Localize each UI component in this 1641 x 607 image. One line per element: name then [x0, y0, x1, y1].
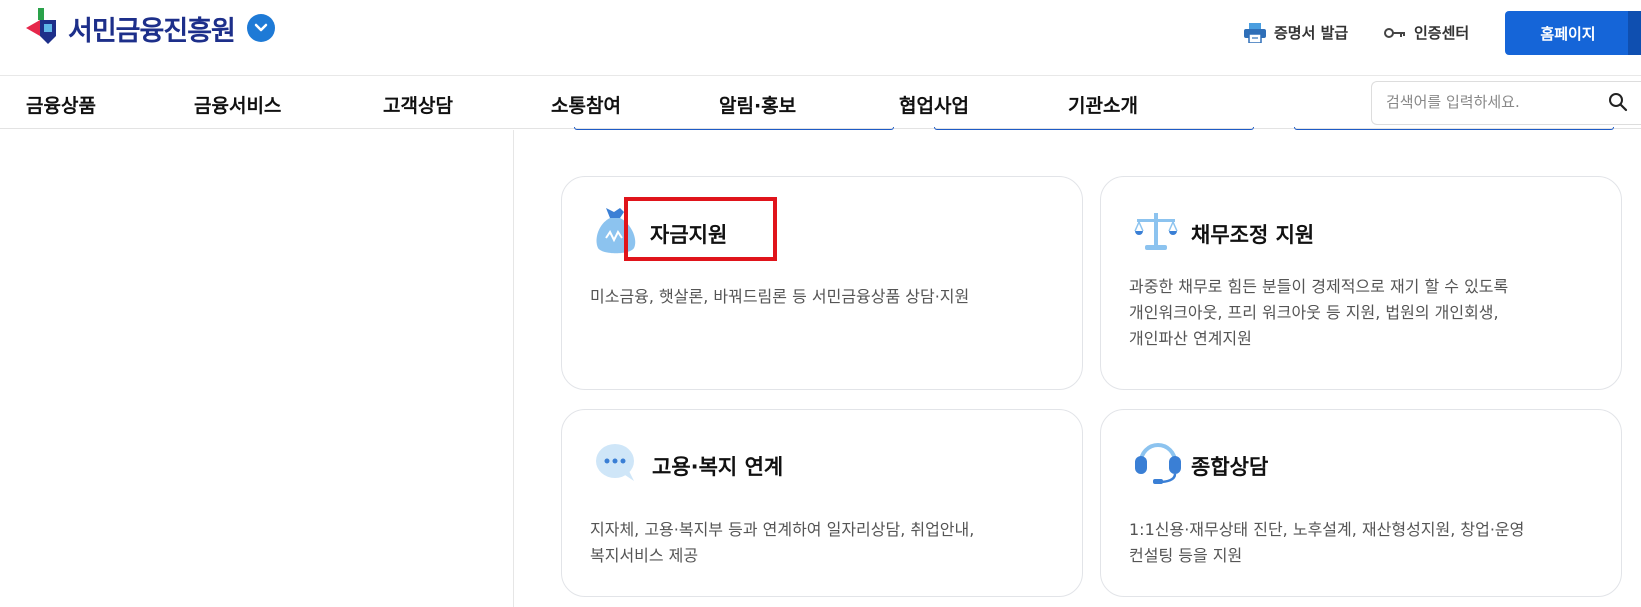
headset-icon — [1133, 440, 1183, 488]
card-title: 종합상담 — [1191, 455, 1269, 479]
card-description-line: 1:1신용·재무상태 진단, 노후설계, 재산형성지원, 창업·운영 — [1129, 520, 1525, 539]
search-box — [1371, 81, 1641, 125]
service-card-general-consulting[interactable]: 종합상담 1:1신용·재무상태 진단, 노후설계, 재산형성지원, 창업·운영 … — [1100, 409, 1622, 597]
certificate-issue-link[interactable]: 증명서 발급 — [1244, 22, 1348, 43]
nav-item-participation[interactable]: 소통참여 — [551, 91, 621, 118]
auth-center-link[interactable]: 인증센터 — [1384, 22, 1469, 43]
tab-edge-3 — [1294, 127, 1614, 130]
chat-bubble-icon — [594, 443, 636, 487]
printer-icon — [1244, 22, 1266, 43]
auth-center-label: 인증센터 — [1414, 24, 1470, 42]
card-title: 고용·복지 연계 — [652, 455, 784, 479]
card-description-line: 지자체, 고용·복지부 등과 연계하여 일자리상담, 취업안내, — [590, 520, 975, 539]
nav-item-news-pr[interactable]: 알림·홍보 — [719, 91, 796, 118]
nav-item-cooperation[interactable]: 협업사업 — [899, 91, 969, 118]
highlight-annotation — [624, 197, 777, 261]
tab-edge-1 — [574, 127, 894, 130]
search-input[interactable] — [1386, 93, 1586, 111]
card-description-line: 개인파산 연계지원 — [1129, 329, 1252, 348]
nav-item-about[interactable]: 기관소개 — [1068, 91, 1138, 118]
card-description: 미소금융, 햇살론, 바꿔드림론 등 서민금융상품 상담·지원 — [590, 284, 969, 310]
main-navigation: 금융상품 금융서비스 고객상담 소통참여 알림·홍보 협업사업 기관소개 — [0, 77, 1641, 129]
card-title: 채무조정 지원 — [1191, 223, 1315, 247]
logo-mark-icon — [26, 8, 66, 48]
chevron-down-icon[interactable] — [246, 14, 275, 42]
card-description: 1:1신용·재무상태 진단, 노후설계, 재산형성지원, 창업·운영 컨설팅 등… — [1129, 517, 1524, 569]
tab-edge-2 — [934, 127, 1254, 130]
service-card-employment-welfare[interactable]: 고용·복지 연계 지자체, 고용·복지부 등과 연계하여 일자리상담, 취업안내… — [561, 409, 1083, 597]
logo-text: 서민금융진흥원 — [68, 15, 236, 47]
card-description-line: 컨설팅 등을 지원 — [1129, 546, 1243, 565]
search-icon[interactable] — [1608, 92, 1628, 116]
card-description-line: 과중한 채무로 힘든 분들이 경제적으로 재기 할 수 있도록 — [1129, 277, 1509, 296]
card-description: 지자체, 고용·복지부 등과 연계하여 일자리상담, 취업안내, 복지서비스 제… — [590, 517, 974, 569]
card-description-line: 미소금융, 햇살론, 바꿔드림론 등 서민금융상품 상담·지원 — [590, 287, 970, 306]
site-logo[interactable]: 서민금융진흥원 — [26, 8, 275, 48]
sidebar-divider — [513, 130, 514, 607]
nav-item-financial-services[interactable]: 금융서비스 — [194, 91, 281, 118]
scale-icon — [1133, 211, 1179, 255]
homepage-button[interactable]: 홈페이지 — [1505, 11, 1641, 55]
key-icon — [1384, 27, 1406, 39]
homepage-button-edge — [1628, 11, 1641, 55]
service-card-debt-adjustment[interactable]: 채무조정 지원 과중한 채무로 힘든 분들이 경제적으로 재기 할 수 있도록 … — [1100, 176, 1622, 390]
nav-item-financial-products[interactable]: 금융상품 — [26, 91, 96, 118]
top-header: 서민금융진흥원 증명서 발급 인증센터 홈페이지 — [0, 0, 1641, 76]
certificate-issue-label: 증명서 발급 — [1274, 24, 1349, 42]
nav-item-customer-consulting[interactable]: 고객상담 — [383, 91, 453, 118]
card-description: 과중한 채무로 힘든 분들이 경제적으로 재기 할 수 있도록 개인워크아웃, … — [1129, 274, 1508, 352]
card-description-line: 복지서비스 제공 — [590, 546, 699, 565]
card-description-line: 개인워크아웃, 프리 워크아웃 등 지원, 법원의 개인회생, — [1129, 303, 1499, 322]
